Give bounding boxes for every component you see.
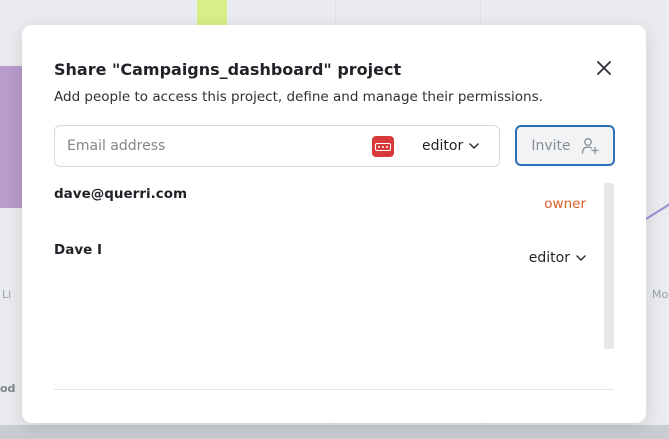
member-name: Dave I [54, 242, 102, 258]
dialog-subtitle: Add people to access this project, defin… [54, 89, 543, 105]
invite-button[interactable]: Invite [515, 125, 615, 166]
email-field-container: editor [54, 125, 500, 167]
member-row: dave@querri.com owner [54, 180, 594, 220]
member-role-dropdown[interactable]: editor [529, 250, 586, 266]
background-chart-bar [0, 66, 24, 208]
add-user-icon [581, 137, 599, 154]
background-chart-bar [197, 0, 227, 26]
chevron-down-icon [469, 143, 479, 149]
invite-button-label: Invite [531, 137, 571, 154]
background-footer [0, 425, 669, 439]
password-manager-icon[interactable] [372, 136, 394, 157]
members-scrollbar[interactable] [604, 183, 614, 349]
background-label: Mo [652, 288, 669, 301]
role-dropdown-label: editor [422, 138, 464, 154]
member-row: Dave I editor [54, 236, 594, 276]
dialog-title: Share "Campaigns_dashboard" project [54, 60, 402, 79]
share-dialog: Share "Campaigns_dashboard" project Add … [22, 25, 646, 423]
close-icon [597, 61, 611, 75]
close-button[interactable] [594, 58, 614, 78]
members-list: dave@querri.com owner Dave I editor [54, 180, 604, 350]
role-dropdown[interactable]: editor [422, 126, 492, 166]
background-chart-line [645, 202, 669, 220]
member-email: dave@querri.com [54, 186, 188, 202]
chevron-down-icon [576, 255, 586, 261]
background-label: Li [2, 288, 12, 301]
background-label: od [0, 382, 16, 395]
email-input[interactable] [67, 126, 357, 166]
dialog-divider [54, 389, 614, 390]
member-role-label: editor [528, 250, 570, 266]
member-role-owner: owner [544, 196, 586, 212]
